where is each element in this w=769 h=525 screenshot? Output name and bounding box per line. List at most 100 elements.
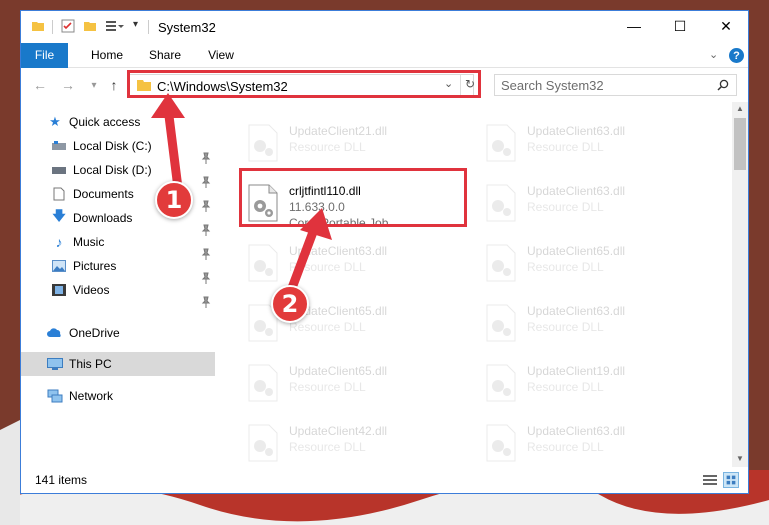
status-bar: 141 items bbox=[21, 467, 748, 493]
file-description: Resource DLL bbox=[527, 320, 604, 334]
address-bar-highlight bbox=[127, 70, 481, 98]
file-description: Resource DLL bbox=[289, 140, 366, 154]
pin-icon[interactable] bbox=[201, 296, 211, 308]
nav-music[interactable]: ♪ Music bbox=[51, 231, 105, 253]
nav-label: Documents bbox=[73, 187, 134, 201]
scroll-up-icon[interactable]: ▲ bbox=[736, 104, 744, 113]
large-icons-view-icon[interactable] bbox=[723, 472, 739, 488]
search-input[interactable] bbox=[501, 77, 701, 93]
nav-label: Videos bbox=[73, 283, 110, 297]
details-view-icon[interactable] bbox=[703, 474, 717, 486]
quick-access-dropdown-icon[interactable]: ▾ bbox=[133, 19, 138, 30]
file-description: Resource DLL bbox=[289, 320, 366, 334]
file-name: UpdateClient42.dll bbox=[289, 424, 388, 438]
dll-file-icon bbox=[248, 364, 278, 402]
tab-file[interactable]: File bbox=[21, 43, 68, 68]
star-icon: ★ bbox=[49, 114, 61, 129]
pin-icon[interactable] bbox=[201, 272, 211, 284]
nav-label: Downloads bbox=[73, 211, 133, 225]
vertical-scrollbar[interactable]: ▲ ▼ bbox=[732, 102, 748, 467]
file-description: Resource DLL bbox=[527, 260, 604, 274]
tab-view[interactable]: View bbox=[197, 43, 245, 68]
nav-onedrive[interactable]: OneDrive bbox=[47, 322, 120, 344]
nav-documents[interactable]: Documents bbox=[51, 183, 134, 205]
document-icon bbox=[51, 186, 67, 202]
pin-icon[interactable] bbox=[201, 152, 211, 164]
search-box[interactable] bbox=[494, 74, 737, 96]
file-item[interactable]: UpdateClient65.dll Resource DLL bbox=[241, 356, 473, 408]
file-item[interactable]: UpdateClient63.dll Resource DLL bbox=[479, 116, 711, 168]
file-item[interactable]: UpdateClient63.dll Resource DLL bbox=[479, 176, 711, 228]
file-description: Resource DLL bbox=[527, 380, 604, 394]
step-1-badge: 1 bbox=[155, 181, 193, 219]
search-icon[interactable] bbox=[717, 79, 729, 91]
maximize-button[interactable]: ☐ bbox=[657, 11, 703, 41]
pin-icon[interactable] bbox=[201, 176, 211, 188]
properties-icon[interactable] bbox=[61, 19, 75, 33]
pin-icon[interactable] bbox=[201, 248, 211, 260]
computer-icon bbox=[47, 356, 63, 372]
nav-network[interactable]: Network bbox=[47, 385, 113, 407]
nav-downloads[interactable]: 🡇 Downloads bbox=[51, 207, 132, 229]
nav-label: This PC bbox=[69, 357, 112, 371]
file-description: Resource DLL bbox=[289, 380, 366, 394]
nav-this-pc[interactable]: This PC bbox=[47, 353, 112, 375]
drive-icon bbox=[51, 138, 67, 154]
folder-icon bbox=[32, 22, 44, 31]
file-item[interactable]: UpdateClient19.dll Resource DLL bbox=[479, 356, 711, 408]
cloud-icon bbox=[47, 325, 63, 341]
file-item[interactable]: UpdateClient63.dll Resource DLL bbox=[479, 416, 711, 467]
dll-file-icon bbox=[486, 244, 516, 282]
nav-label: Local Disk (C:) bbox=[73, 139, 152, 153]
minimize-button[interactable]: — bbox=[611, 11, 657, 41]
expand-ribbon-icon[interactable]: ⌄ bbox=[709, 48, 718, 61]
scroll-down-icon[interactable]: ▼ bbox=[736, 454, 744, 463]
help-button[interactable]: ? bbox=[729, 48, 744, 63]
file-item[interactable]: UpdateClient65.dll Resource DLL bbox=[479, 236, 711, 288]
item-count: 141 items bbox=[35, 473, 88, 487]
file-item[interactable]: UpdateClient21.dll Resource DLL bbox=[241, 116, 473, 168]
file-description: Resource DLL bbox=[527, 200, 604, 214]
tab-home[interactable]: Home bbox=[83, 43, 131, 68]
file-description: Resource DLL bbox=[527, 440, 604, 454]
nav-label: Network bbox=[69, 389, 114, 403]
music-note-icon: ♪ bbox=[55, 234, 63, 250]
nav-videos[interactable]: Videos bbox=[51, 279, 109, 301]
drive-icon bbox=[51, 162, 67, 178]
recent-locations-icon[interactable]: ▾ bbox=[85, 76, 103, 94]
file-name: UpdateClient63.dll bbox=[527, 124, 626, 138]
nav-label: OneDrive bbox=[69, 326, 120, 340]
new-folder-icon[interactable] bbox=[83, 19, 97, 33]
file-item[interactable]: UpdateClient42.dll Resource DLL bbox=[241, 416, 473, 467]
back-arrow-icon[interactable]: ← bbox=[31, 76, 49, 94]
file-name: UpdateClient63.dll bbox=[527, 184, 626, 198]
file-item[interactable]: UpdateClient63.dll Resource DLL bbox=[241, 236, 473, 288]
nav-label: Music bbox=[73, 235, 105, 249]
file-description: Resource DLL bbox=[527, 140, 604, 154]
nav-quick-access[interactable]: ★ Quick access bbox=[47, 111, 140, 133]
scroll-thumb[interactable] bbox=[734, 118, 746, 170]
forward-arrow-icon[interactable]: → bbox=[59, 76, 77, 94]
file-name: UpdateClient63.dll bbox=[527, 304, 626, 318]
nav-label: Pictures bbox=[73, 259, 117, 273]
up-arrow-icon[interactable]: ↑ bbox=[105, 76, 123, 94]
film-icon bbox=[51, 282, 67, 298]
file-description: Resource DLL bbox=[289, 440, 366, 454]
dll-file-icon bbox=[486, 184, 516, 222]
tab-share[interactable]: Share bbox=[141, 43, 189, 68]
dll-file-icon bbox=[248, 124, 278, 162]
pin-icon[interactable] bbox=[201, 200, 211, 212]
customize-quick-access-icon[interactable] bbox=[105, 19, 125, 33]
close-button[interactable]: ✕ bbox=[703, 11, 748, 41]
nav-local-disk-d[interactable]: Local Disk (D:) bbox=[51, 159, 152, 181]
file-name: UpdateClient63.dll bbox=[527, 424, 626, 438]
nav-local-disk-c[interactable]: Local Disk (C:) bbox=[51, 135, 152, 157]
window-title: System32 bbox=[158, 20, 216, 35]
pin-icon[interactable] bbox=[201, 224, 211, 236]
file-item[interactable]: UpdateClient63.dll Resource DLL bbox=[479, 296, 711, 348]
ribbon-tabs: File Home Share View ⌄ ? bbox=[21, 43, 748, 68]
file-highlight bbox=[239, 168, 467, 227]
nav-pictures[interactable]: Pictures bbox=[51, 255, 116, 277]
navigation-pane: ★ Quick access Local Disk (C:) Local Dis… bbox=[21, 102, 215, 467]
network-icon bbox=[47, 388, 63, 404]
